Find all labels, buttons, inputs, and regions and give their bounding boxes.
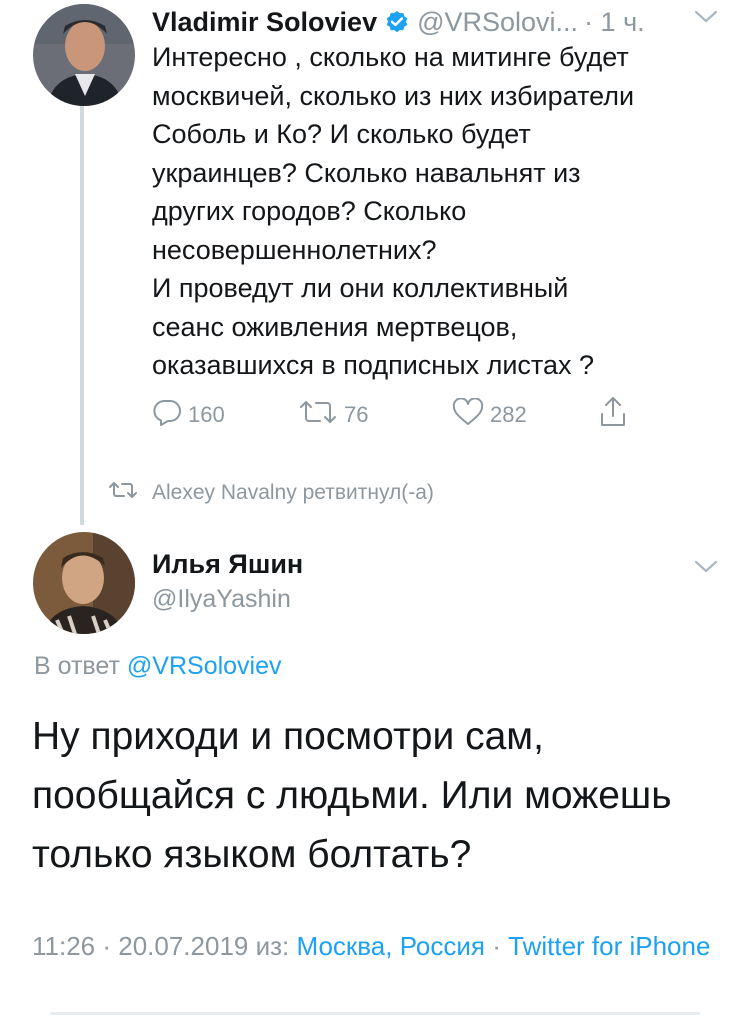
- tweet2-text: Ну приходи и посмотри сам, пообщайся с л…: [32, 715, 672, 876]
- tweet1-text: Интересно , сколько на митинге будет мос…: [152, 42, 635, 380]
- reply-count: 160: [188, 402, 225, 427]
- share-icon: [598, 396, 634, 434]
- retweet-notice-text: Alexey Navalny ретвитнул(-а): [152, 481, 434, 504]
- tweet1-display-name[interactable]: Vladimir Soloviev: [152, 7, 377, 38]
- tweet1-handle[interactable]: @VRSolovi...: [417, 7, 578, 38]
- retweet-notice[interactable]: Alexey Navalny ретвитнул(-а): [108, 478, 434, 508]
- share-button[interactable]: [598, 396, 634, 434]
- tweet1-actions: 160 76 282: [152, 396, 652, 434]
- client-link[interactable]: Twitter for iPhone: [508, 931, 710, 961]
- location-link[interactable]: Москва, Россия: [297, 931, 485, 961]
- tweet2-display-name[interactable]: Илья Яшин: [152, 549, 303, 580]
- thread-connector: [80, 105, 84, 525]
- avatar-soloviev[interactable]: [33, 4, 135, 106]
- tweet1-header: Vladimir Soloviev @VRSolovi... · 1 ч.: [152, 6, 720, 38]
- like-icon: [452, 397, 490, 432]
- tweet1-time[interactable]: · 1 ч.: [584, 7, 645, 38]
- tweet2-meta: 11:26 · 20.07.2019 из: Москва, Россия · …: [32, 927, 732, 966]
- avatar-yashin[interactable]: [33, 532, 135, 634]
- retweet-icon: [108, 480, 152, 506]
- tweet2-handle[interactable]: @IlyaYashin: [152, 585, 291, 614]
- retweet-icon: [298, 398, 344, 432]
- retweet-count: 76: [344, 402, 369, 427]
- reply-to-handle-link[interactable]: @VRSoloviev: [127, 652, 282, 680]
- meta-separator: ·: [492, 931, 501, 961]
- reply-icon: [152, 398, 188, 432]
- like-button[interactable]: 282: [452, 397, 527, 432]
- reply-button[interactable]: 160: [152, 398, 225, 432]
- chevron-down-icon[interactable]: [694, 560, 718, 579]
- chevron-down-icon[interactable]: [694, 10, 718, 29]
- retweet-button[interactable]: 76: [298, 398, 368, 432]
- like-count: 282: [490, 402, 527, 427]
- verified-badge-icon: [385, 10, 409, 34]
- reply-to-prefix: В ответ: [34, 652, 120, 680]
- reply-to-line: В ответ @VRSoloviev: [34, 652, 282, 681]
- divider: [50, 1012, 700, 1015]
- tweet2-timestamp: 11:26 · 20.07.2019 из:: [32, 931, 290, 961]
